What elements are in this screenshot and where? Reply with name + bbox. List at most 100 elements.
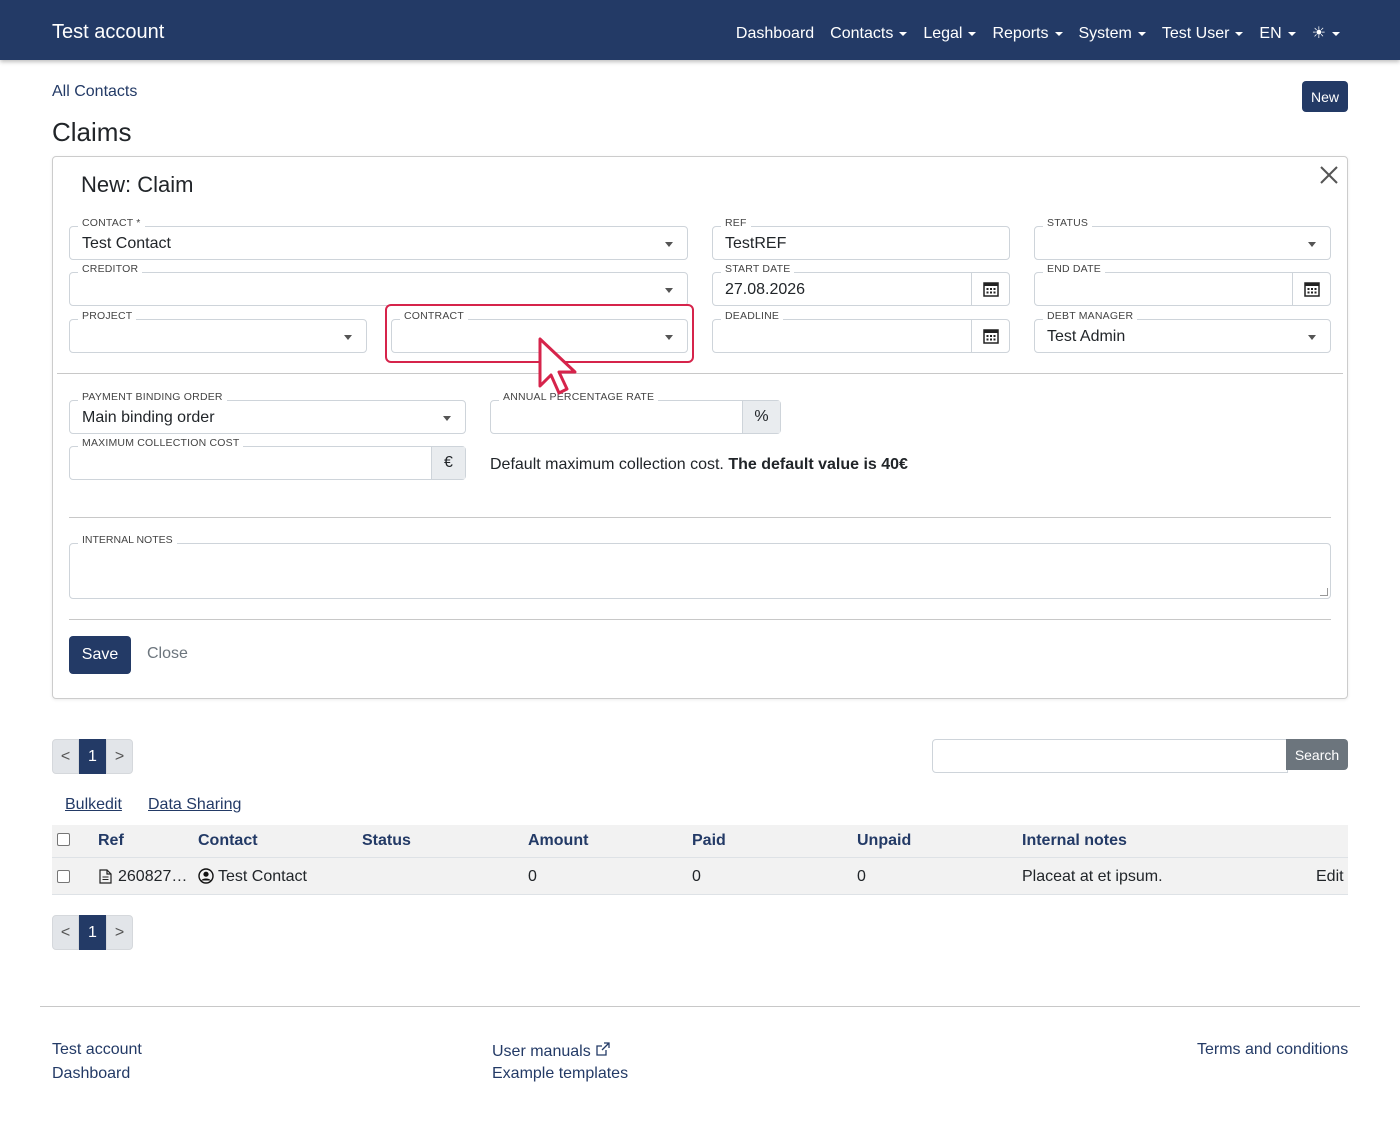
internal-notes-textarea[interactable]: INTERNAL NOTES [69,534,1331,599]
table-header: Ref Contact Status Amount Paid Unpaid In… [52,825,1348,858]
dropdown-caret-icon [344,335,352,340]
nav-item-legal[interactable]: Legal [923,25,977,43]
column-header-status[interactable]: Status [362,832,411,850]
column-header-unpaid[interactable]: Unpaid [857,832,911,850]
brand-link[interactable]: Test account [52,21,164,44]
start-date-label: START DATE [721,263,795,275]
theme-toggle[interactable]: ☀ [1312,25,1340,43]
creditor-select[interactable]: CREDITOR [69,263,688,306]
calendar-icon[interactable] [971,320,1009,352]
close-icon[interactable] [1318,164,1340,186]
row-contact-link[interactable]: Test Contact [218,868,307,886]
caret-down-icon [968,32,977,36]
nav-item-dashboard[interactable]: Dashboard [736,25,814,43]
percent-addon: % [742,401,780,433]
contact-select[interactable]: CONTACT * Test Contact [69,217,688,260]
dropdown-caret-icon [1308,242,1316,247]
data-sharing-link[interactable]: Data Sharing [148,796,241,814]
save-button[interactable]: Save [69,636,131,674]
maximum-collection-cost-input[interactable]: MAXIMUM COLLECTION COST € [69,437,466,480]
breadcrumb-all-contacts[interactable]: All Contacts [52,83,137,101]
close-button[interactable]: Close [147,645,188,663]
status-label: STATUS [1043,217,1093,229]
table-row: 260827… Test Contact 0 0 0 Placeat at et… [52,858,1348,895]
nav-menu: Dashboard Contacts Legal Reports System … [736,25,1340,43]
calendar-icon[interactable] [1292,273,1330,305]
page-1-button[interactable]: 1 [79,915,106,950]
caret-down-icon [1054,32,1063,36]
page-1-button[interactable]: 1 [79,739,106,774]
nav-item-language[interactable]: EN [1259,25,1296,43]
resize-handle-icon[interactable] [1320,588,1328,596]
column-header-internal-notes[interactable]: Internal notes [1022,832,1127,850]
ref-value: TestREF [725,235,787,252]
caret-down-icon [1235,32,1244,36]
footer-link-terms[interactable]: Terms and conditions [1197,1041,1348,1059]
sun-icon: ☀ [1311,25,1326,42]
ref-input[interactable]: REF TestREF [712,217,1010,260]
row-checkbox[interactable] [57,870,70,883]
ref-label: REF [721,217,751,229]
form-title: New: Claim [81,172,194,197]
footer-link-test-account[interactable]: Test account [52,1041,142,1059]
maximum-collection-cost-label: MAXIMUM COLLECTION COST [78,437,244,449]
row-amount: 0 [528,868,537,885]
nav-item-system[interactable]: System [1079,25,1146,43]
internal-notes-label: INTERNAL NOTES [78,534,177,546]
top-navbar: Test account Dashboard Contacts Legal Re… [0,0,1400,60]
deadline-input[interactable]: DEADLINE [712,310,1010,353]
start-date-input[interactable]: START DATE 27.08.2026 [712,263,1010,306]
search-input[interactable] [932,739,1288,773]
caret-down-icon [899,32,908,36]
row-internal-notes: Placeat at et ipsum. [1022,868,1163,885]
bulkedit-link[interactable]: Bulkedit [65,796,122,814]
row-ref-link[interactable]: 260827… [118,868,187,886]
nav-item-user[interactable]: Test User [1162,25,1244,43]
document-icon [99,869,112,889]
nav-item-reports[interactable]: Reports [992,25,1063,43]
new-button[interactable]: New [1302,81,1348,112]
annual-percentage-rate-input[interactable]: ANNUAL PERCENTAGE RATE % [490,391,781,434]
nav-item-contacts[interactable]: Contacts [830,25,908,43]
end-date-label: END DATE [1043,263,1105,275]
footer-link-example-templates[interactable]: Example templates [492,1065,628,1083]
column-header-amount[interactable]: Amount [528,832,588,850]
divider [69,517,1331,518]
next-page-button[interactable]: > [106,915,133,950]
row-edit-link[interactable]: Edit [1316,868,1344,886]
debt-manager-select[interactable]: DEBT MANAGER Test Admin [1034,310,1331,353]
dropdown-caret-icon [665,242,673,247]
dropdown-caret-icon [1308,335,1316,340]
calendar-icon[interactable] [971,273,1009,305]
row-unpaid: 0 [857,868,866,885]
next-page-button[interactable]: > [106,739,133,774]
payment-binding-order-value: Main binding order [82,409,215,426]
prev-page-button[interactable]: < [52,915,79,950]
footer-link-user-manuals[interactable]: User manuals [492,1041,611,1061]
person-icon [198,868,214,889]
row-paid: 0 [692,868,701,885]
end-date-input[interactable]: END DATE [1034,263,1331,306]
project-label: PROJECT [78,310,137,322]
prev-page-button[interactable]: < [52,739,79,774]
debt-manager-value: Test Admin [1047,328,1126,345]
status-select[interactable]: STATUS [1034,217,1331,260]
project-select[interactable]: PROJECT [69,310,367,353]
external-link-icon [596,1042,610,1056]
caret-down-icon [1332,32,1340,36]
column-header-paid[interactable]: Paid [692,832,726,850]
payment-binding-order-label: PAYMENT BINDING ORDER [78,391,227,403]
deadline-label: DEADLINE [721,310,784,322]
divider [69,619,1331,620]
contact-label: CONTACT * [78,217,145,229]
start-date-value: 27.08.2026 [725,281,806,298]
payment-binding-order-select[interactable]: PAYMENT BINDING ORDER Main binding order [69,391,466,434]
column-header-ref[interactable]: Ref [98,832,124,850]
select-all-checkbox[interactable] [57,833,70,846]
contact-value: Test Contact [82,235,171,252]
column-header-contact[interactable]: Contact [198,832,258,850]
collection-cost-help: Default maximum collection cost. The def… [490,456,908,473]
search-button[interactable]: Search [1286,739,1348,770]
mouse-pointer-icon [538,337,577,395]
footer-link-dashboard[interactable]: Dashboard [52,1065,130,1083]
